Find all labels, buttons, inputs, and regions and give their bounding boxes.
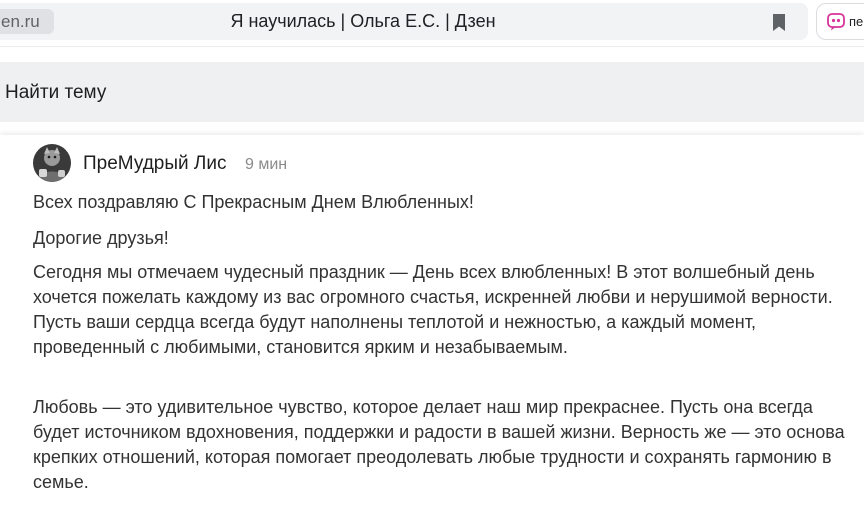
page-title: Я научилась | Ольга Е.С. | Дзен	[230, 11, 496, 31]
avatar[interactable]	[33, 144, 71, 182]
post-paragraph: Сегодня мы отмечаем чудесный праздник — …	[33, 262, 833, 357]
post-time: 9 мин	[245, 156, 288, 173]
post-paragraph: Всех поздравляю С Прекрасным Днем Влюбле…	[33, 192, 474, 212]
browser-toolbar: en.ru Я научилась | Ольга Е.С. | Дзен пе	[0, 0, 864, 44]
chat-quote-icon	[827, 13, 845, 31]
bookmark-icon[interactable]	[772, 14, 786, 31]
author-name[interactable]: ПреМудрый Лис	[83, 153, 226, 175]
extension-label: пе	[849, 14, 864, 29]
toolbar-divider	[0, 46, 864, 47]
extension-button[interactable]: пе	[816, 3, 864, 40]
find-topic-label[interactable]: Найти тему	[5, 62, 106, 124]
find-topic-bar[interactable]: Найти тему	[0, 62, 864, 122]
post-card: ПреМудрый Лис 9 мин Всех поздравляю С Пр…	[0, 135, 864, 505]
fox-avatar-icon	[33, 144, 71, 182]
address-bar[interactable]: en.ru Я научилась | Ольга Е.С. | Дзен	[0, 3, 808, 40]
post-paragraph: Любовь — это удивительное чувство, котор…	[33, 397, 845, 492]
post-paragraph: Дорогие друзья!	[33, 228, 169, 248]
